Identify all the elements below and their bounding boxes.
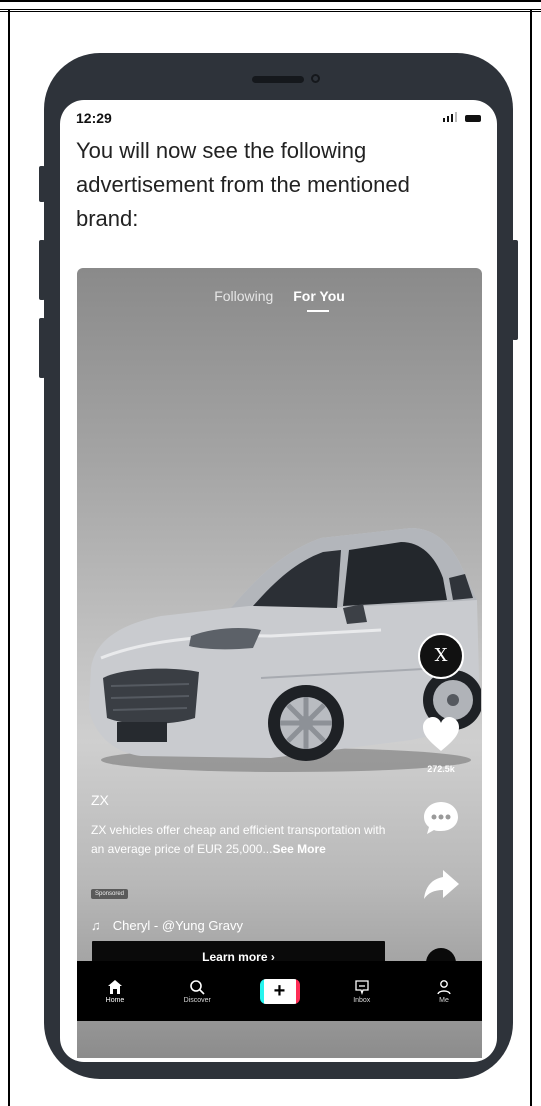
caption-text: ZX vehicles offer cheap and efficient tr… xyxy=(91,821,401,859)
volume-down-button xyxy=(39,318,45,378)
volume-up-button xyxy=(39,240,45,300)
nav-inbox[interactable]: Inbox xyxy=(338,979,386,1004)
sponsored-badge: Sponsored xyxy=(91,889,129,899)
video-player[interactable]: Following For You Ⅹ 272.5k ZX ZX vehicle… xyxy=(77,268,482,1058)
mute-switch xyxy=(39,166,45,202)
page-frame-top xyxy=(0,0,541,12)
search-icon xyxy=(190,979,205,995)
nav-me-label: Me xyxy=(439,996,449,1004)
comment-icon[interactable] xyxy=(421,798,461,838)
tab-following[interactable]: Following xyxy=(214,288,273,304)
page-frame-right xyxy=(530,10,532,1106)
nav-discover[interactable]: Discover xyxy=(173,979,221,1004)
nav-home-label: Home xyxy=(105,996,125,1004)
tab-for-you-underline xyxy=(307,310,330,312)
profile-icon xyxy=(437,979,451,994)
music-track[interactable]: ♫ Cheryl - @Yung Gravy xyxy=(91,918,243,933)
battery-icon xyxy=(465,115,481,122)
nav-discover-label: Discover xyxy=(183,996,211,1004)
bottom-nav: Home Discover + Inbox Me xyxy=(77,961,482,1021)
heart-icon[interactable] xyxy=(421,715,461,755)
brand-avatar[interactable]: Ⅹ xyxy=(418,633,464,679)
inbox-icon xyxy=(355,979,369,995)
music-note-icon: ♫ xyxy=(91,918,101,933)
earpiece-speaker xyxy=(252,76,304,83)
home-icon xyxy=(108,979,122,994)
tab-for-you-label: For You xyxy=(293,288,345,304)
caption-body: ZX vehicles offer cheap and efficient tr… xyxy=(91,823,386,856)
status-icons xyxy=(443,112,481,122)
share-icon[interactable] xyxy=(421,864,461,904)
status-time: 12:29 xyxy=(76,110,112,126)
nav-inbox-label: Inbox xyxy=(353,996,371,1004)
phone-screen: 12:29 You will now see the following adv… xyxy=(60,100,497,1062)
nav-create[interactable]: + xyxy=(256,978,304,1004)
create-plus-icon: + xyxy=(259,978,300,1004)
intro-text: You will now see the following advertise… xyxy=(76,138,410,231)
front-camera xyxy=(311,74,320,83)
nav-me[interactable]: Me xyxy=(420,979,468,1004)
tab-for-you[interactable]: For You xyxy=(293,288,345,312)
see-more-link[interactable]: See More xyxy=(272,842,325,856)
nav-home[interactable]: Home xyxy=(91,979,139,1004)
feed-tabs: Following For You xyxy=(77,288,482,312)
like-count: 272.5k xyxy=(427,764,455,774)
page-frame-left xyxy=(8,10,10,1106)
power-button xyxy=(512,240,518,340)
signal-icon xyxy=(443,112,457,122)
music-track-label: Cheryl - @Yung Gravy xyxy=(112,918,243,933)
caption-username[interactable]: ZX xyxy=(91,792,109,808)
